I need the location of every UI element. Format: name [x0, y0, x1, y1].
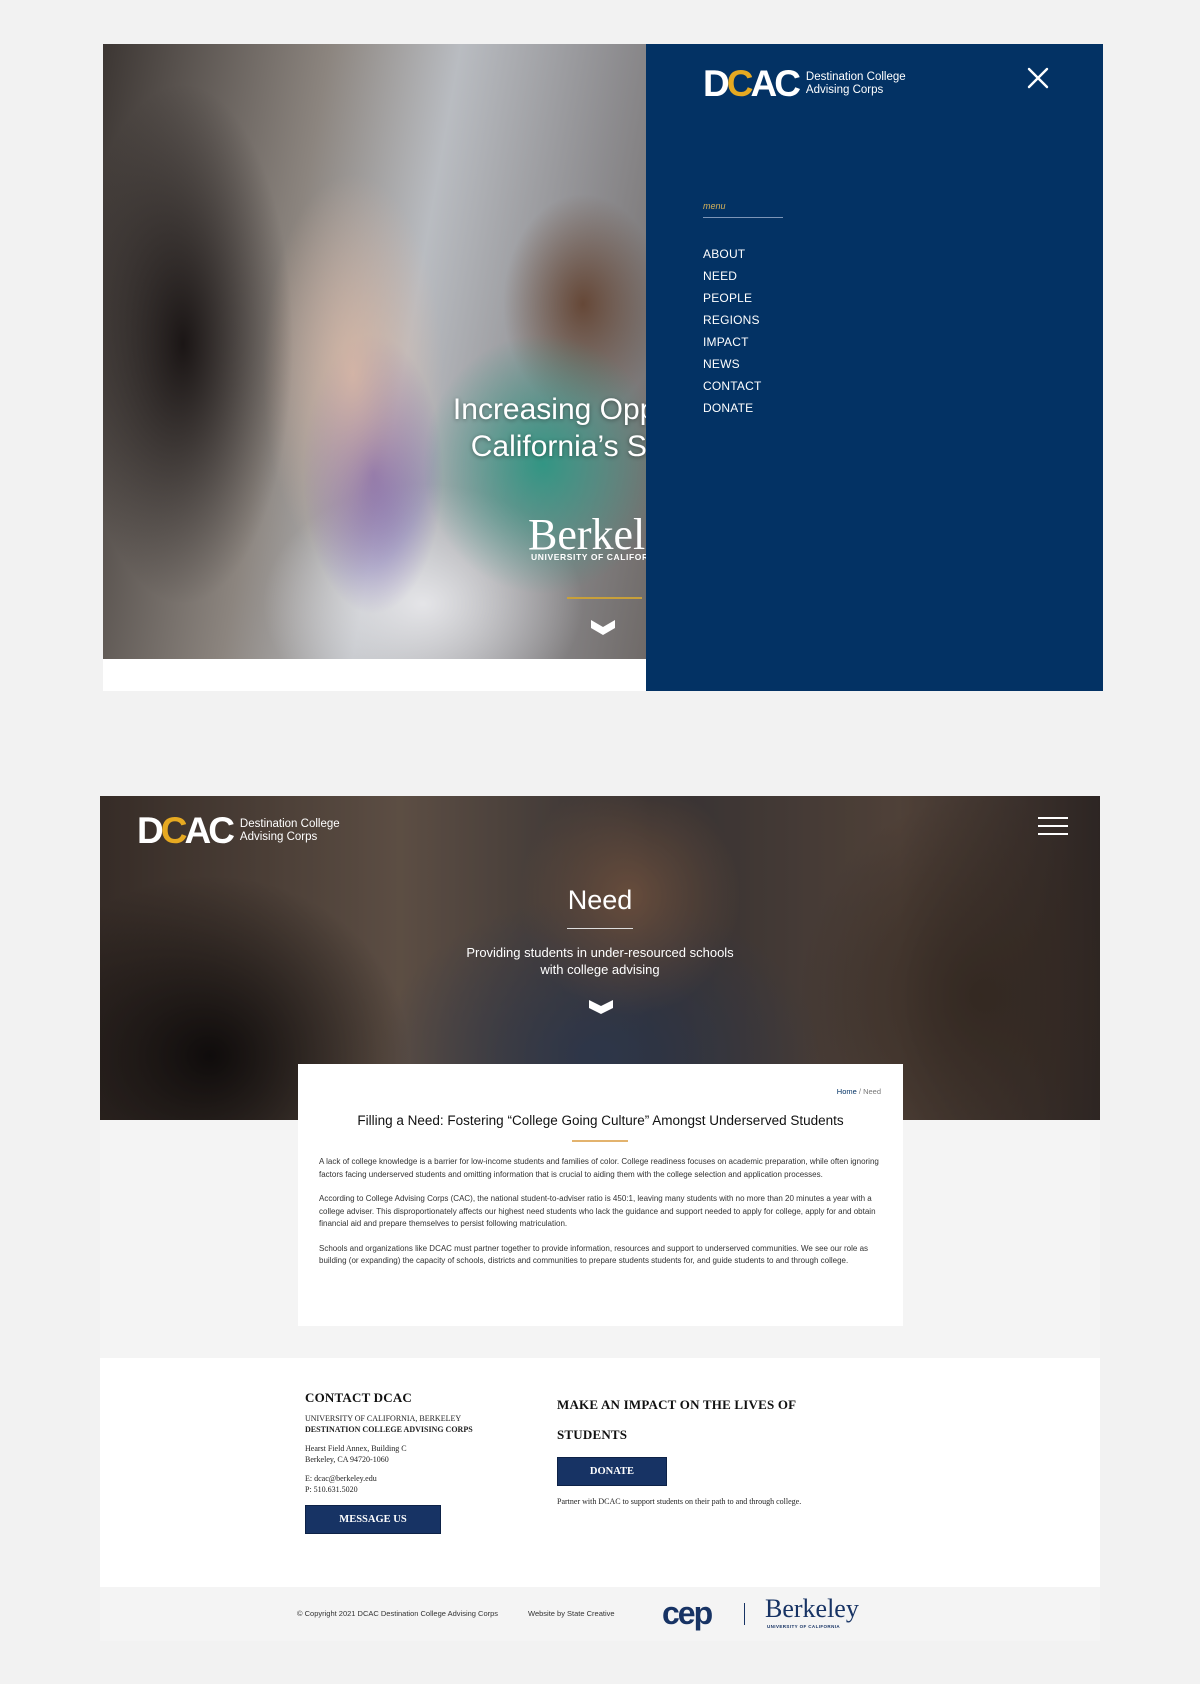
address-line: Hearst Field Annex, Building C	[305, 1444, 407, 1453]
cep-logo[interactable]: cep	[662, 1597, 713, 1629]
hamburger-menu-icon[interactable]	[1038, 817, 1068, 835]
copyright-text: © Copyright 2021 DCAC Destination Colleg…	[297, 1609, 499, 1618]
gold-divider	[567, 597, 642, 599]
logo-mark: DCAC	[703, 63, 801, 104]
menu-item-regions[interactable]: REGIONS	[703, 309, 762, 331]
hero-title: Increasing Oppo California’s St	[452, 393, 646, 463]
impact-heading: STUDENTS	[557, 1427, 628, 1442]
berkeley-subtitle: UNIVERSITY OF CALIFORNI	[531, 552, 646, 562]
footer-impact: MAKE AN IMPACT ON THE LIVES OF STUDENTS …	[557, 1390, 801, 1507]
breadcrumb: Home / Need	[836, 1087, 881, 1096]
footer: CONTACT DCAC UNIVERSITY OF CALIFORNIA, B…	[100, 1358, 1100, 1587]
breadcrumb-current: Need	[863, 1087, 881, 1096]
screen-menu-open: Increasing Oppo California’s St Berkele …	[103, 44, 1103, 691]
page-subtitle: Providing students in under-resourced sc…	[466, 945, 734, 977]
page-title: Need	[567, 885, 633, 915]
hero-photo: Increasing Oppo California’s St Berkele …	[103, 44, 646, 659]
breadcrumb-home[interactable]: Home	[837, 1087, 857, 1096]
menu-item-people[interactable]: PEOPLE	[703, 287, 762, 309]
chevron-down-icon[interactable]	[588, 998, 614, 1015]
site-credit-link[interactable]: Website by State Creative	[528, 1609, 615, 1618]
screen-need-page: DCAC Destination College Advising Corps N…	[100, 796, 1100, 1641]
close-icon[interactable]	[1027, 67, 1049, 89]
logo-text: Destination College Advising Corps	[805, 71, 906, 96]
article-paragraph: Schools and organizations like DCAC must…	[319, 1243, 869, 1266]
content-card: Home / Need Filling a Need: Fostering “C…	[298, 1064, 903, 1326]
menu-panel: DCAC Destination College Advising Corps m…	[646, 44, 1103, 691]
bottom-bar: © Copyright 2021 DCAC Destination Colleg…	[100, 1587, 1100, 1641]
logo-divider	[744, 1603, 745, 1625]
menu-item-news[interactable]: NEWS	[703, 353, 762, 375]
article-paragraph: According to College Advising Corps (CAC…	[319, 1194, 876, 1228]
main-menu: ABOUT NEED PEOPLE REGIONS IMPACT NEWS CO…	[703, 243, 762, 419]
berkeley-logo[interactable]: Berkeley	[765, 1596, 859, 1622]
article-title: Filling a Need: Fostering “College Going…	[357, 1113, 844, 1128]
logo-text: Destination College Advising Corps	[239, 818, 340, 843]
title-divider	[567, 928, 633, 929]
footer-contact: CONTACT DCAC UNIVERSITY OF CALIFORNIA, B…	[305, 1390, 473, 1534]
phone-link[interactable]: P: 510.631.5020	[305, 1484, 473, 1495]
menu-item-impact[interactable]: IMPACT	[703, 331, 762, 353]
donate-button[interactable]: DONATE	[557, 1457, 667, 1486]
message-us-button[interactable]: MESSAGE US	[305, 1505, 441, 1534]
article-paragraph: A lack of college knowledge is a barrier…	[319, 1157, 879, 1179]
org-line: DESTINATION COLLEGE ADVISING CORPS	[305, 1425, 473, 1434]
impact-heading: MAKE AN IMPACT ON THE LIVES OF	[557, 1397, 797, 1412]
contact-heading: CONTACT DCAC	[305, 1390, 413, 1405]
impact-note: Partner with DCAC to support students on…	[557, 1497, 802, 1506]
chevron-down-icon[interactable]	[590, 618, 616, 636]
address-line: Berkeley, CA 94720-1060	[305, 1455, 389, 1464]
menu-item-donate[interactable]: DONATE	[703, 397, 762, 419]
article-divider	[572, 1140, 628, 1142]
article-body: A lack of college knowledge is a barrier…	[319, 1156, 884, 1280]
dcac-logo[interactable]: DCAC Destination College Advising Corps	[703, 65, 906, 102]
menu-divider	[703, 217, 783, 218]
menu-item-about[interactable]: ABOUT	[703, 243, 762, 265]
menu-item-contact[interactable]: CONTACT	[703, 375, 762, 397]
dcac-logo[interactable]: DCAC Destination College Advising Corps	[137, 812, 340, 849]
logo-mark: DCAC	[137, 810, 235, 851]
org-line: UNIVERSITY OF CALIFORNIA, BERKELEY	[305, 1414, 462, 1423]
menu-item-need[interactable]: NEED	[703, 265, 762, 287]
berkeley-logo-subtitle: UNIVERSITY OF CALIFORNIA	[767, 1624, 841, 1629]
menu-label: menu	[703, 201, 726, 211]
email-link[interactable]: E: dcac@berkeley.edu	[305, 1473, 473, 1484]
